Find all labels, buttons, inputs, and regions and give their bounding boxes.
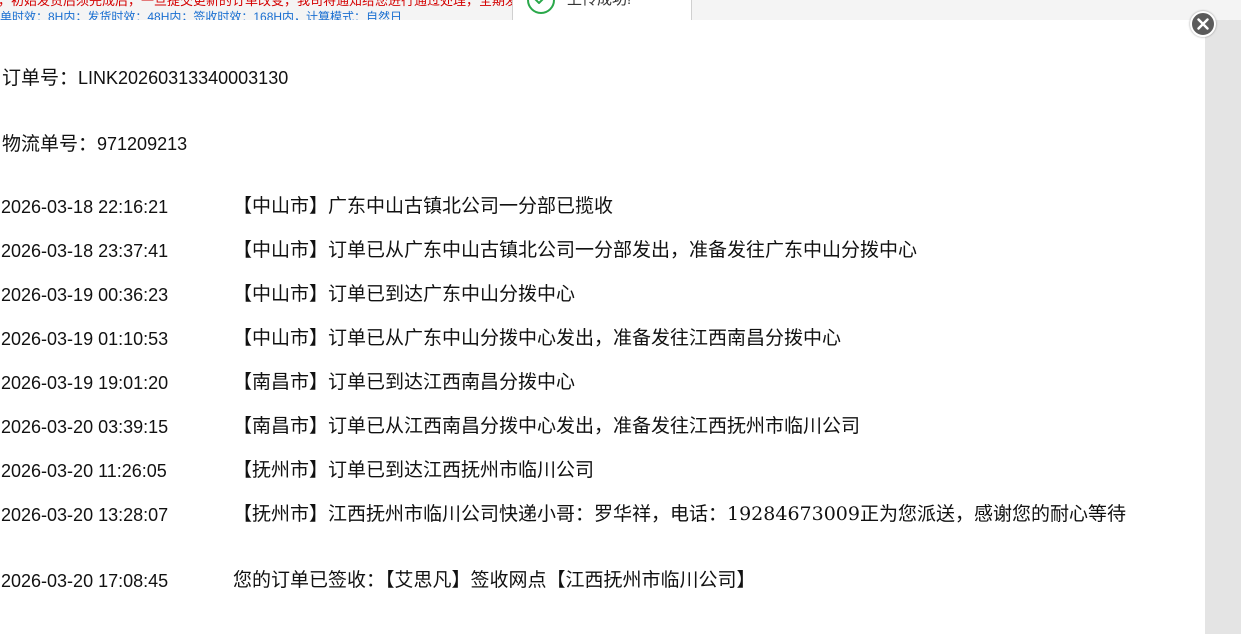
tracking-description: 【中山市】广东中山古镇北公司一分部已揽收 (233, 195, 614, 217)
tracking-description: 【南昌市】订单已到达江西南昌分拨中心 (233, 371, 576, 393)
modal-scrollbar[interactable] (1205, 20, 1241, 634)
logistics-number-label: 物流单号： (2, 133, 98, 155)
upload-success-toast: 上传成功! (512, 0, 692, 20)
background-page: ，初始发货后须完成后，一旦提交更新的订单改变，我司将通知给您进行通过处理，全期发… (0, 0, 1241, 20)
sla-info-text: 单时效：8H内；发货时效：48H内；签收时效：168H内，计算模式：自然日 (0, 10, 403, 20)
tracking-time: 2026-03-18 23:37:41 (1, 241, 169, 261)
order-number-line: 订单号：LINK20260313340003130 (2, 63, 288, 90)
tracking-description: 【南昌市】订单已从江西南昌分拨中心发出，准备发往江西抚州市临川公司 (233, 415, 861, 437)
tracking-time: 2026-03-18 22:16:21 (1, 197, 169, 217)
tracking-description: 您的订单已签收：【艾思凡】签收网点【江西抚州市临川公司】 (233, 569, 756, 591)
order-number-value: LINK20260313340003130 (78, 68, 289, 88)
tracking-description: 【抚州市】江西抚州市临川公司快递小哥：罗华祥，电话：19284673009正为您… (233, 503, 1126, 525)
logistics-number-line: 物流单号：971209213 (2, 129, 187, 156)
tracking-time: 2026-03-19 01:10:53 (1, 329, 169, 349)
tracking-description: 【中山市】订单已到达广东中山分拨中心 (233, 283, 576, 305)
tracking-time: 2026-03-19 19:01:20 (1, 373, 169, 393)
order-number-label: 订单号： (2, 67, 79, 89)
toast-message: 上传成功! (567, 0, 631, 9)
logistics-detail-modal: 订单号：LINK20260313340003130 物流单号：971209213… (0, 20, 1205, 634)
tracking-time: 2026-03-19 00:36:23 (1, 285, 169, 305)
tracking-time: 2026-03-20 03:39:15 (1, 417, 169, 437)
tracking-time: 2026-03-20 17:08:45 (1, 571, 169, 591)
tracking-description: 【中山市】订单已从广东中山分拨中心发出，准备发往江西南昌分拨中心 (233, 327, 842, 349)
logistics-number-value: 971209213 (97, 134, 188, 154)
tracking-time: 2026-03-20 13:28:07 (1, 505, 169, 525)
tracking-description: 【中山市】订单已从广东中山古镇北公司一分部发出，准备发往广东中山分拨中心 (233, 239, 918, 261)
check-circle-icon (527, 0, 555, 14)
close-button[interactable] (1190, 11, 1216, 37)
tracking-time: 2026-03-20 11:26:05 (1, 461, 167, 481)
tracking-description: 【抚州市】订单已到达江西抚州市临川公司 (233, 459, 595, 481)
